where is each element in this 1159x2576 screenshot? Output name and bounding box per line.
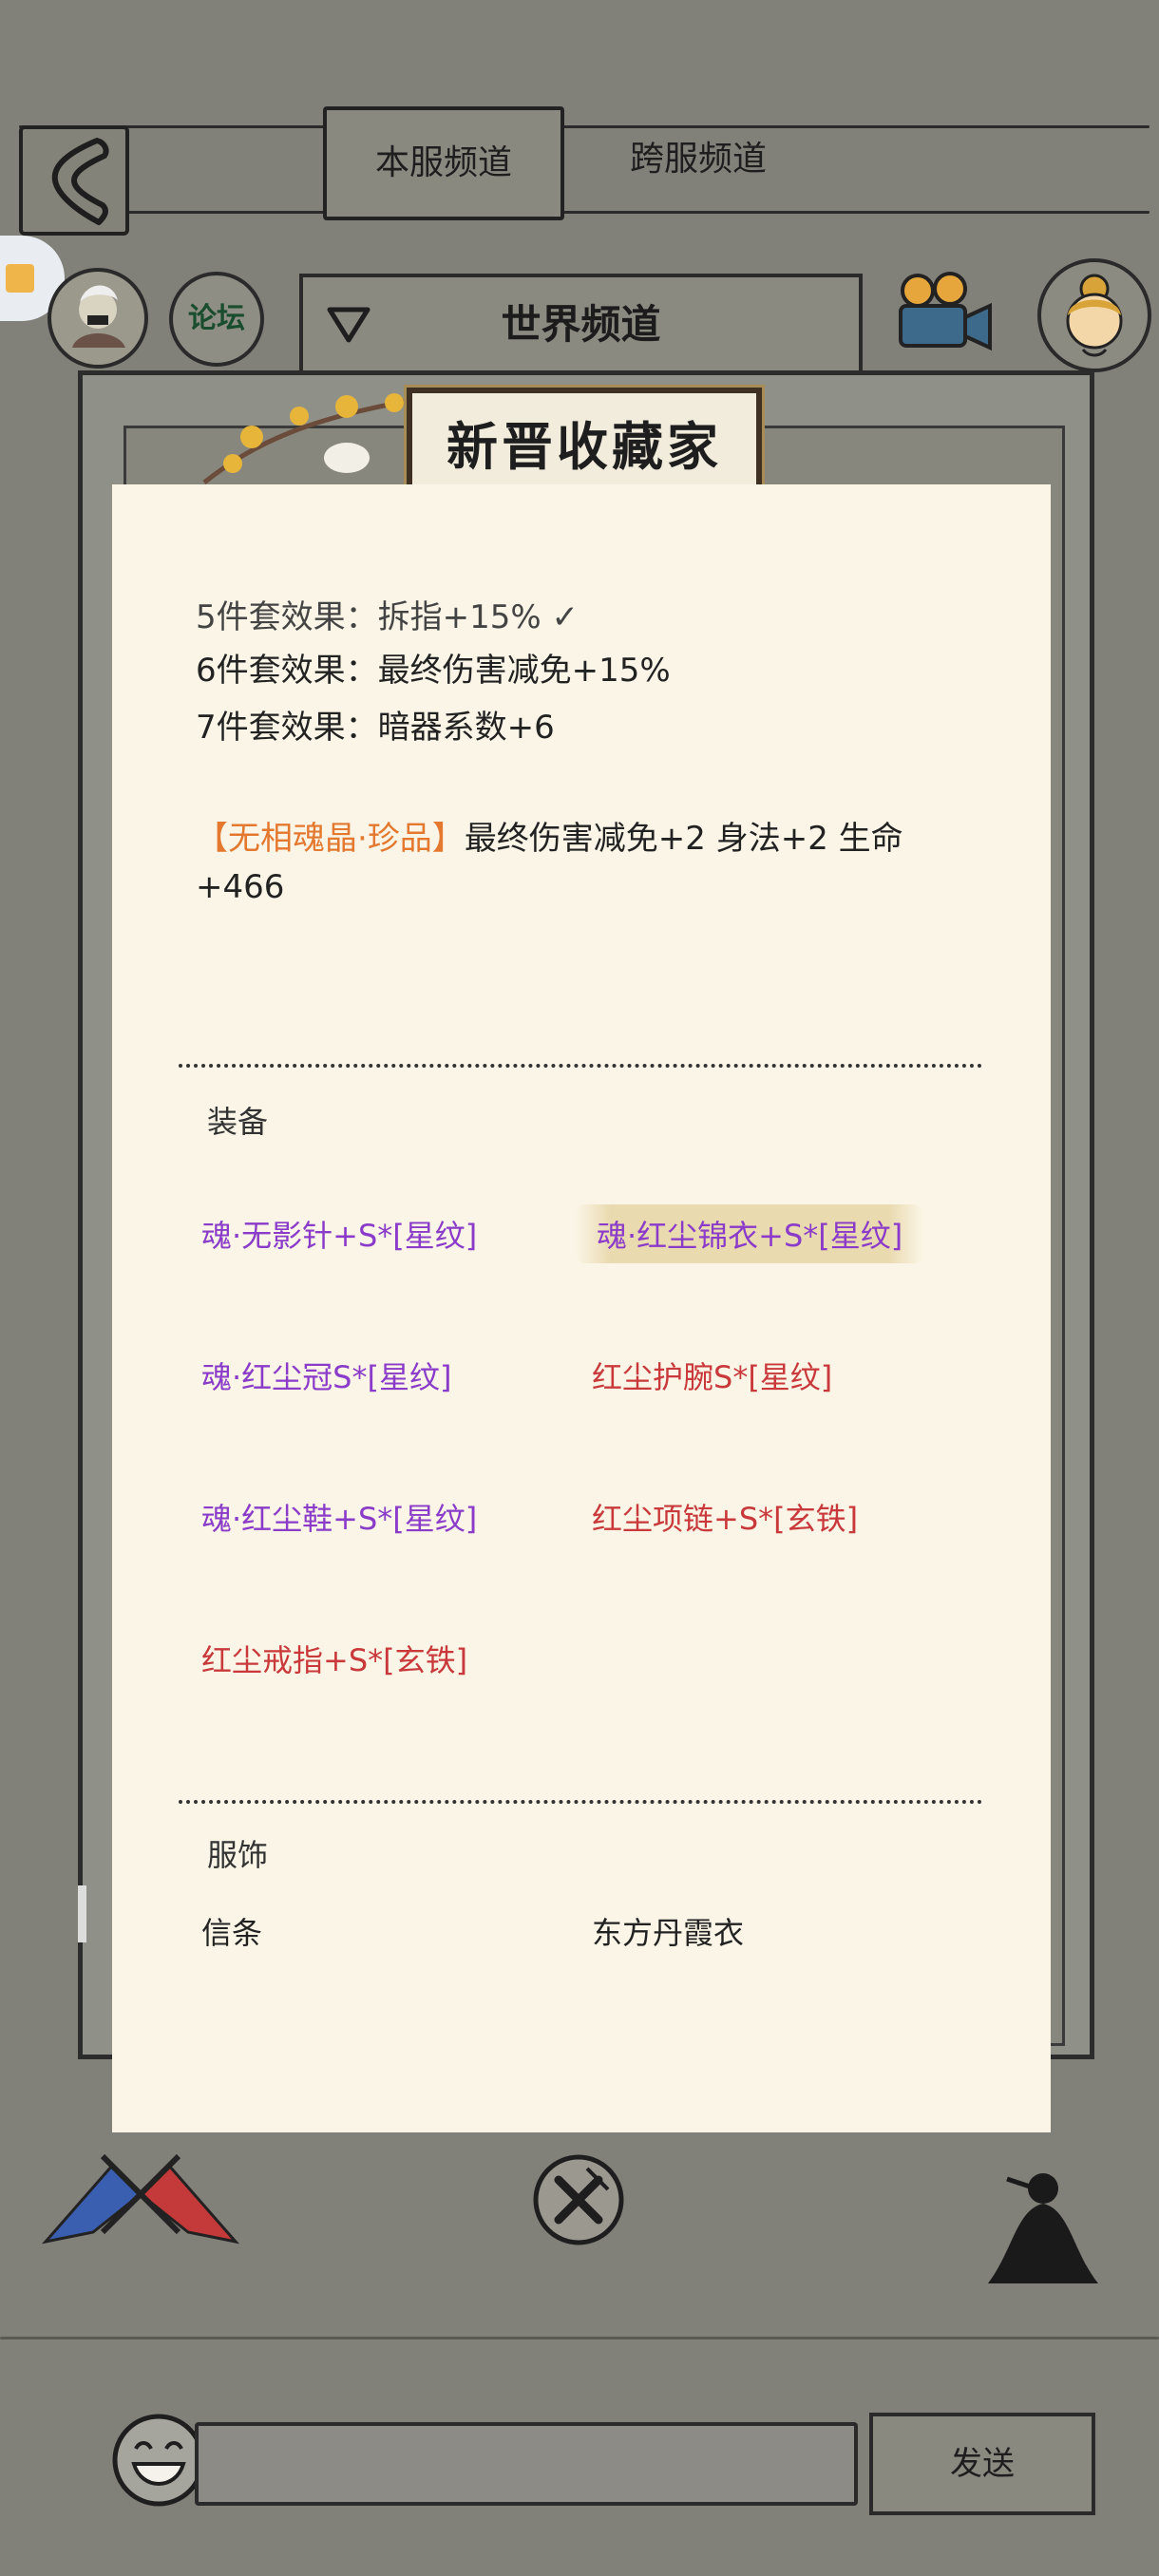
equipment-section-title: 装备	[207, 1104, 269, 1140]
equipment-detail-panel[interactable]: 5件套效果：拆指+15% ✓ 6件套效果：最终伤害减免+15% 7件套效果：暗器…	[112, 484, 1051, 2132]
equip-item-ring[interactable]: 红尘戒指+S*[玄铁]	[201, 1637, 467, 1680]
pvp-icon[interactable]	[36, 2137, 245, 2251]
player-avatar[interactable]	[48, 268, 148, 369]
costume-item-creed[interactable]: 信条	[201, 1909, 262, 1953]
soul-crystal-line: 【无相魂晶·珍品】最终伤害减免+2 身法+2 生命	[196, 812, 903, 859]
soul-crystal-effect-cont: +466	[196, 868, 285, 906]
equip-item-crown[interactable]: 魂·红尘冠S*[星纹]	[201, 1354, 451, 1397]
forum-button[interactable]: 论坛	[169, 272, 264, 367]
back-button[interactable]	[19, 125, 129, 236]
chat-input[interactable]	[195, 2422, 858, 2506]
scroll-hint	[78, 1885, 86, 1942]
equip-item-brocade-robe[interactable]: 魂·红尘锦衣+S*[星纹]	[576, 1204, 924, 1263]
back-arrow-icon	[51, 138, 109, 225]
soul-crystal-effect: 最终伤害减免+2 身法+2 生命	[464, 820, 903, 858]
set-effect-7: 7件套效果：暗器系数+6	[196, 709, 555, 747]
laughing-face-icon	[112, 2414, 205, 2507]
section-divider	[179, 1800, 982, 1804]
costume-item-danxia-robe[interactable]: 东方丹霞衣	[592, 1909, 744, 1953]
set-effect-5: 5件套效果：拆指+15% ✓	[196, 598, 579, 636]
costume-section-title: 服饰	[207, 1837, 269, 1873]
tab-local-server[interactable]: 本服频道	[323, 106, 564, 220]
section-divider	[179, 1064, 982, 1068]
equip-item-bracer[interactable]: 红尘护腕S*[星纹]	[592, 1354, 832, 1397]
warrior-portrait-icon	[72, 285, 125, 348]
flower-decoration	[195, 378, 442, 492]
channel-dropdown[interactable]: 世界频道	[299, 274, 863, 376]
camera-icon	[899, 272, 992, 351]
npc-avatar[interactable]	[1037, 258, 1151, 372]
forum-label: 论坛	[188, 302, 245, 335]
channel-name: 世界频道	[501, 301, 661, 348]
set-effect-6: 6件套效果：最终伤害减免+15%	[196, 652, 671, 690]
close-icon[interactable]	[530, 2151, 627, 2248]
girl-portrait-icon	[1066, 274, 1123, 357]
emoji-button[interactable]	[109, 2411, 208, 2510]
equip-item-hidden-needle[interactable]: 魂·无影针+S*[星纹]	[201, 1212, 477, 1256]
equip-item-shoes[interactable]: 魂·红尘鞋+S*[星纹]	[201, 1495, 477, 1539]
meditation-icon[interactable]	[969, 2166, 1112, 2299]
video-camera-button[interactable]	[891, 268, 996, 363]
send-button[interactable]: 发送	[869, 2413, 1095, 2515]
tab-cross-server[interactable]: 跨服频道	[580, 106, 817, 213]
soul-crystal-name: 【无相魂晶·珍品】	[196, 820, 465, 858]
bottom-divider	[0, 2337, 1159, 2339]
equip-item-necklace[interactable]: 红尘项链+S*[玄铁]	[592, 1495, 858, 1539]
